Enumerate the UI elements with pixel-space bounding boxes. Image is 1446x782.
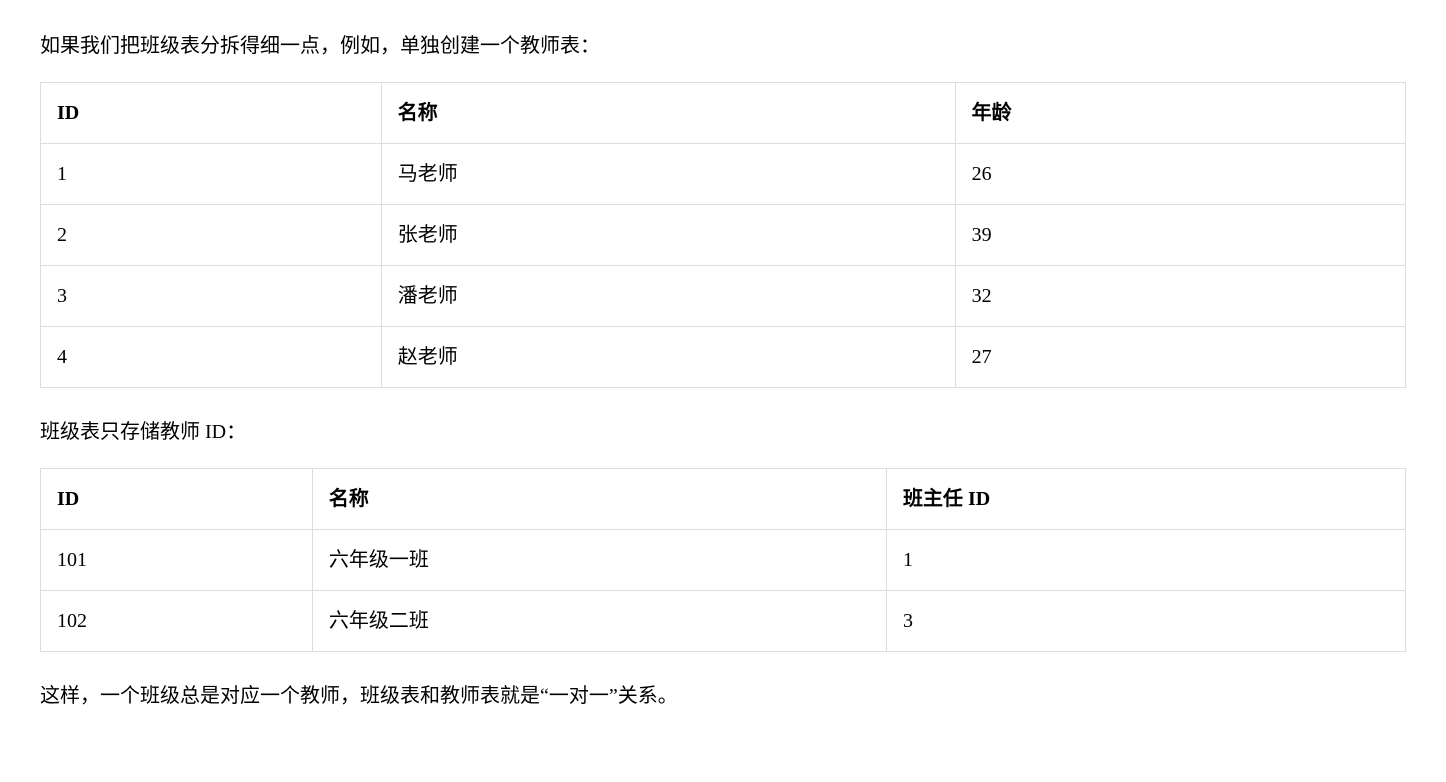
table-header-row: ID 名称 年龄	[41, 83, 1406, 144]
table-row: 101 六年级一班 1	[41, 530, 1406, 591]
teacher-cell-name: 潘老师	[381, 266, 955, 327]
class-header-name: 名称	[312, 469, 886, 530]
table-row: 102 六年级二班 3	[41, 591, 1406, 652]
table-row: 4 赵老师 27	[41, 327, 1406, 388]
class-cell-id: 101	[41, 530, 313, 591]
table-row: 2 张老师 39	[41, 205, 1406, 266]
class-header-teacher-id: 班主任 ID	[887, 469, 1406, 530]
teacher-cell-name: 张老师	[381, 205, 955, 266]
teacher-cell-age: 26	[955, 144, 1405, 205]
teacher-header-id: ID	[41, 83, 382, 144]
teacher-cell-name: 赵老师	[381, 327, 955, 388]
teacher-cell-age: 27	[955, 327, 1405, 388]
middle-paragraph: 班级表只存储教师 ID：	[40, 416, 1406, 448]
teacher-cell-name: 马老师	[381, 144, 955, 205]
table-row: 3 潘老师 32	[41, 266, 1406, 327]
teacher-cell-id: 3	[41, 266, 382, 327]
teacher-cell-id: 4	[41, 327, 382, 388]
teacher-table: ID 名称 年龄 1 马老师 26 2 张老师 39 3 潘老师 32 4 赵老…	[40, 82, 1406, 388]
table-header-row: ID 名称 班主任 ID	[41, 469, 1406, 530]
class-cell-teacher-id: 1	[887, 530, 1406, 591]
class-cell-name: 六年级一班	[312, 530, 886, 591]
teacher-cell-id: 2	[41, 205, 382, 266]
conclusion-paragraph: 这样，一个班级总是对应一个教师，班级表和教师表就是“一对一”关系。	[40, 680, 1406, 712]
teacher-cell-age: 32	[955, 266, 1405, 327]
teacher-header-age: 年龄	[955, 83, 1405, 144]
class-cell-teacher-id: 3	[887, 591, 1406, 652]
class-table: ID 名称 班主任 ID 101 六年级一班 1 102 六年级二班 3	[40, 468, 1406, 652]
class-header-id: ID	[41, 469, 313, 530]
table-row: 1 马老师 26	[41, 144, 1406, 205]
class-cell-name: 六年级二班	[312, 591, 886, 652]
teacher-cell-age: 39	[955, 205, 1405, 266]
teacher-header-name: 名称	[381, 83, 955, 144]
teacher-cell-id: 1	[41, 144, 382, 205]
class-cell-id: 102	[41, 591, 313, 652]
intro-paragraph: 如果我们把班级表分拆得细一点，例如，单独创建一个教师表：	[40, 30, 1406, 62]
